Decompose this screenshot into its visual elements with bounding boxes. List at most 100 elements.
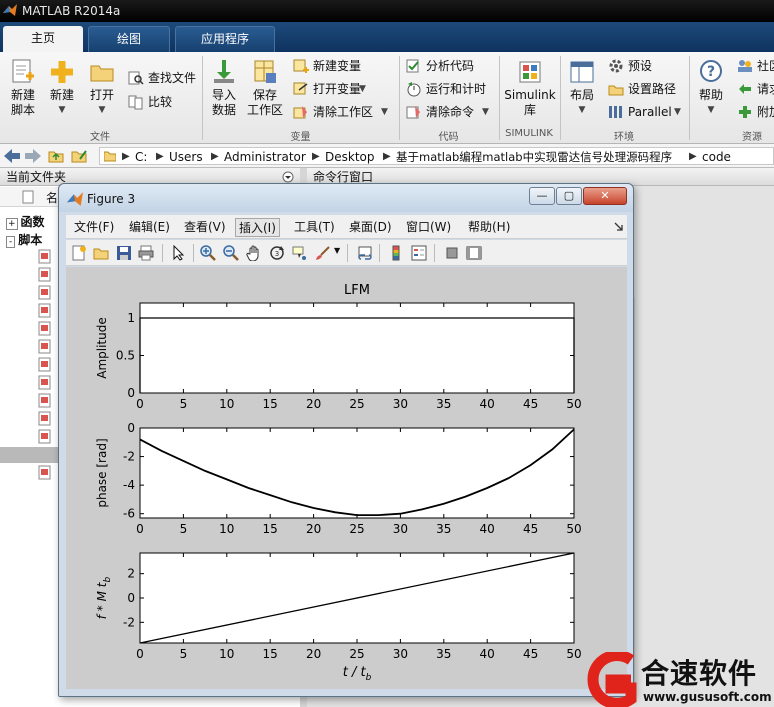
menu-edit[interactable]: 编辑(E) xyxy=(129,218,170,237)
print-icon[interactable] xyxy=(138,245,154,261)
expand-toggle-icon[interactable]: + xyxy=(6,218,18,230)
find-files-button[interactable]: 查找文件 xyxy=(128,68,200,88)
path-segment-code[interactable]: code xyxy=(702,149,731,165)
back-arrow-icon[interactable] xyxy=(4,149,20,163)
colorbar-icon[interactable] xyxy=(388,245,404,261)
tab-apps[interactable]: 应用程序 xyxy=(175,26,275,52)
y-tick-label: -4 xyxy=(123,478,135,492)
new-button[interactable]: 新建 ▼ xyxy=(46,58,78,118)
save-icon[interactable] xyxy=(116,245,132,261)
script-file-icon[interactable] xyxy=(38,411,52,426)
script-file-icon[interactable] xyxy=(38,393,52,408)
clear-workspace-button[interactable]: 清除工作区 ▼ xyxy=(293,102,393,122)
set-path-button[interactable]: 设置路径 xyxy=(608,79,684,99)
save-workspace-button[interactable]: 保存 工作区 xyxy=(246,58,284,118)
legend-icon[interactable] xyxy=(411,245,427,261)
simulink-library-button[interactable]: Simulink 库 xyxy=(503,58,557,118)
dock-arrow-icon[interactable] xyxy=(614,222,623,231)
script-file-icon[interactable] xyxy=(38,285,52,300)
watermark-logo-icon xyxy=(587,652,637,707)
tab-plots[interactable]: 绘图 xyxy=(88,26,170,52)
open-file-icon[interactable] xyxy=(93,245,109,261)
open-variable-button[interactable]: 打开变量 ▼ xyxy=(293,79,383,99)
menu-file[interactable]: 文件(F) xyxy=(74,218,114,237)
path-segment-drive[interactable]: C: xyxy=(135,149,147,165)
addons-button[interactable]: 附加 xyxy=(737,102,774,122)
panel-menu-icon[interactable] xyxy=(282,171,294,183)
open-button[interactable]: 打开 ▼ xyxy=(86,58,118,118)
script-file-icon[interactable] xyxy=(38,267,52,282)
menu-view[interactable]: 查看(V) xyxy=(184,218,226,237)
menu-desktop[interactable]: 桌面(D) xyxy=(349,218,392,237)
tab-home[interactable]: 主页 xyxy=(3,26,83,52)
compare-button[interactable]: 比较 xyxy=(128,92,188,112)
zoom-in-icon[interactable] xyxy=(200,245,216,261)
script-file-icon[interactable] xyxy=(38,429,52,444)
x-tick-label: 15 xyxy=(263,647,278,661)
run-time-icon xyxy=(407,82,421,97)
collapse-toggle-icon[interactable]: - xyxy=(6,236,16,248)
x-tick-label: 15 xyxy=(263,397,278,411)
request-button[interactable]: 请求 xyxy=(737,79,774,99)
new-variable-button[interactable]: 新建变量 xyxy=(293,56,373,76)
rotate-3d-icon[interactable]: 3 xyxy=(269,245,285,261)
clear-commands-button[interactable]: 清除命令 ▼ xyxy=(406,102,496,122)
ribbon-separator xyxy=(560,56,561,140)
up-folder-icon[interactable] xyxy=(48,149,64,163)
script-file-icon[interactable] xyxy=(38,357,52,372)
import-data-button[interactable]: 导入 数据 xyxy=(207,58,241,118)
analyze-code-button[interactable]: 分析代码 xyxy=(406,56,486,76)
menu-insert[interactable]: 插入(I) xyxy=(235,218,280,237)
folder-icon xyxy=(104,151,116,162)
pan-hand-icon[interactable] xyxy=(246,245,262,261)
path-separator-icon: ▶ xyxy=(156,151,164,162)
minimize-button[interactable]: — xyxy=(529,187,555,205)
menu-help[interactable]: 帮助(H) xyxy=(468,218,510,237)
axes-2 xyxy=(139,427,575,519)
script-file-icon[interactable] xyxy=(38,249,52,264)
name-column-header: 名 xyxy=(46,191,59,205)
brush-icon[interactable] xyxy=(315,245,331,261)
hide-plot-tools-icon[interactable] xyxy=(444,245,460,261)
zoom-out-icon[interactable] xyxy=(223,245,239,261)
path-segment-users[interactable]: Users xyxy=(169,149,203,165)
preferences-button[interactable]: 预设 xyxy=(608,56,668,76)
forward-arrow-icon[interactable] xyxy=(25,149,41,163)
new-script-button[interactable]: 新建 脚本 xyxy=(6,58,40,118)
close-button[interactable]: ✕ xyxy=(583,187,627,205)
path-segment-administrator[interactable]: Administrator xyxy=(224,149,306,165)
path-segment-project[interactable]: 基于matlab编程matlab中实现雷达信号处理源码程序 xyxy=(396,149,672,165)
menu-window[interactable]: 窗口(W) xyxy=(406,218,451,237)
new-figure-icon[interactable] xyxy=(71,245,87,261)
script-file-icon[interactable] xyxy=(38,465,52,480)
script-file-icon[interactable] xyxy=(38,339,52,354)
community-button[interactable]: 社区 xyxy=(737,56,774,76)
menu-tools[interactable]: 工具(T) xyxy=(294,218,335,237)
y-tick-label: -2 xyxy=(123,450,135,464)
toolbar-separator xyxy=(162,244,163,262)
path-field[interactable]: ▶ C: ▶ Users ▶ Administrator ▶ Desktop ▶… xyxy=(99,147,774,165)
x-tick-label: 25 xyxy=(349,522,364,536)
help-button[interactable]: ? 帮助 ▼ xyxy=(695,58,727,118)
x-tick-label: 30 xyxy=(393,522,408,536)
lfm-plots[interactable]: 0 5 10 15 20 25 30 35 40 45 5000.51LFMAmplitude0 5 1… xyxy=(66,267,627,689)
find-files-icon xyxy=(128,71,144,85)
show-plot-tools-icon[interactable] xyxy=(466,245,482,261)
run-time-button[interactable]: 运行和计时 xyxy=(406,79,496,99)
pointer-icon[interactable] xyxy=(171,245,187,261)
layout-button[interactable]: 布局 ▼ xyxy=(566,58,598,118)
parallel-button[interactable]: Parallel ▼ xyxy=(608,102,684,122)
tree-item-functions[interactable]: + 函数 xyxy=(6,214,45,230)
brush-dropdown-icon[interactable]: ▼ xyxy=(334,246,340,255)
tree-item-scripts[interactable]: - 脚本 xyxy=(6,232,42,248)
path-segment-desktop[interactable]: Desktop xyxy=(325,149,375,165)
script-file-icon[interactable] xyxy=(38,375,52,390)
script-file-icon[interactable] xyxy=(38,321,52,336)
link-plot-icon[interactable] xyxy=(357,245,373,261)
maximize-button[interactable]: ▢ xyxy=(556,187,582,205)
simulink-group-label: SIMULINK xyxy=(505,128,553,139)
figure-title-bar[interactable]: Figure 3 — ▢ ✕ xyxy=(59,184,633,212)
script-file-icon[interactable] xyxy=(38,303,52,318)
browse-folder-icon[interactable] xyxy=(71,149,89,163)
data-cursor-icon[interactable] xyxy=(292,245,308,261)
